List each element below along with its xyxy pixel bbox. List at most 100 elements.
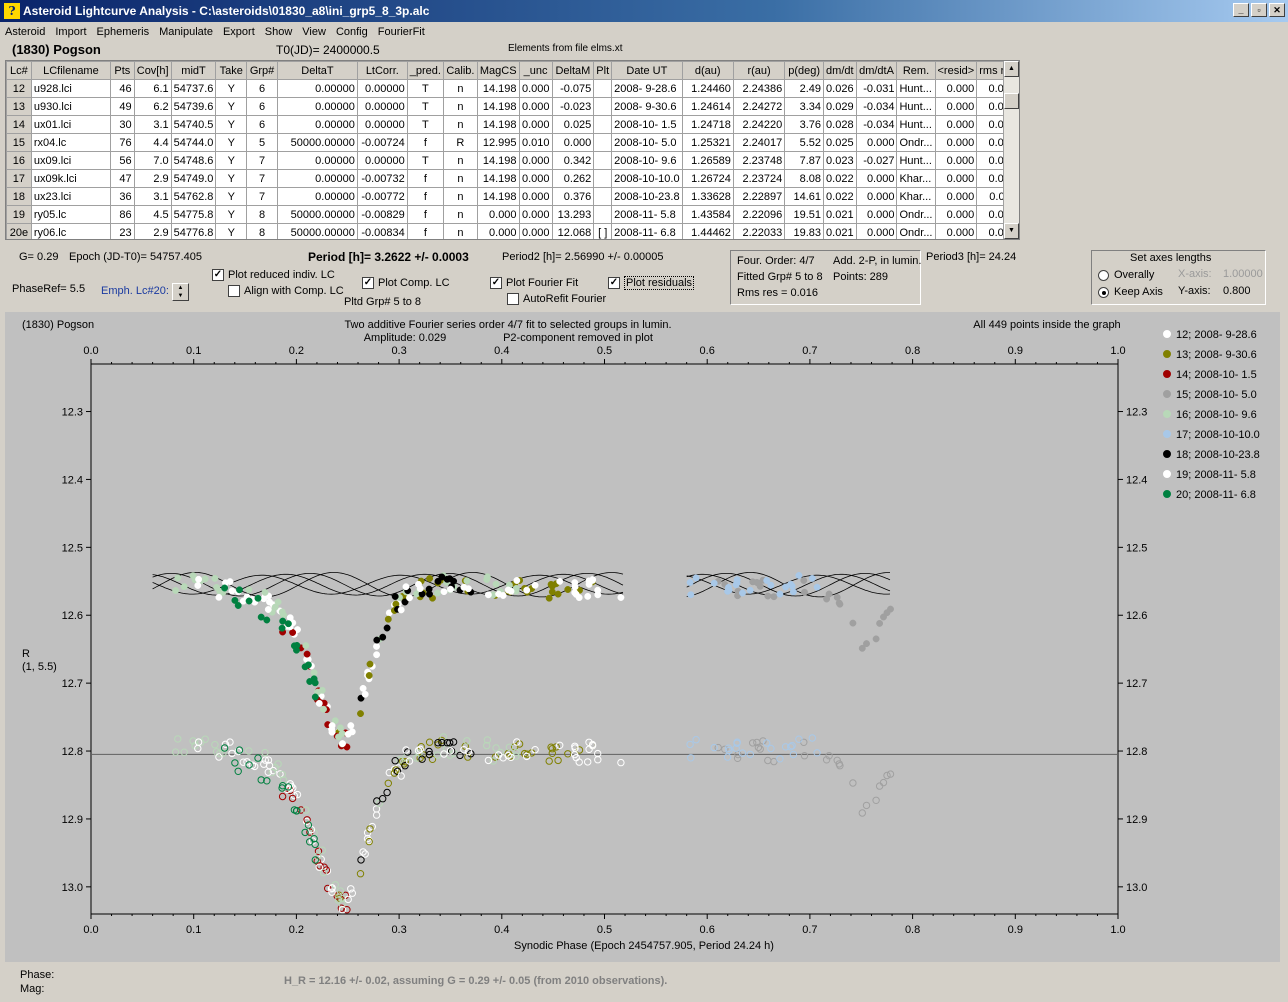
- column-header[interactable]: MagCS: [476, 61, 520, 80]
- table-cell[interactable]: 2.22096: [732, 205, 786, 224]
- table-row[interactable]: 13 u930.lci 49 6.2 54739.6 Y 6 0.00000 0.00000 Tn…: [6, 97, 1019, 116]
- table-cell[interactable]: T: [406, 79, 444, 98]
- table-cell[interactable]: 1.24614: [681, 97, 734, 116]
- table-cell[interactable]: n: [442, 79, 478, 98]
- table-cell[interactable]: 0.000: [934, 115, 978, 134]
- row-number[interactable]: 19: [6, 205, 32, 224]
- column-header[interactable]: Lc#: [6, 61, 32, 80]
- table-cell[interactable]: 12.068: [551, 223, 595, 239]
- table-cell[interactable]: 2.23724: [732, 169, 786, 188]
- table-cell[interactable]: 1.24460: [681, 79, 734, 98]
- plot-reduced-checkbox[interactable]: ✓ Plot reduced indiv. LC: [212, 269, 335, 282]
- table-cell[interactable]: Hunt...: [896, 151, 936, 170]
- table-cell[interactable]: 30: [109, 115, 135, 134]
- menu-fourierfit[interactable]: FourierFit: [373, 26, 430, 38]
- menu-show[interactable]: Show: [260, 26, 298, 38]
- table-cell[interactable]: ry06.lc: [30, 223, 111, 239]
- table-cell[interactable]: 2008-10-10.0: [611, 169, 683, 188]
- xaxis-value[interactable]: 1.00000: [1223, 268, 1263, 280]
- table-cell[interactable]: ux09k.lci: [30, 169, 111, 188]
- table-cell[interactable]: 0.00000: [277, 169, 358, 188]
- row-number[interactable]: 16: [6, 151, 32, 170]
- table-cell[interactable]: 7: [246, 187, 278, 206]
- autorefit-checkbox[interactable]: AutoRefit Fourier: [507, 293, 606, 306]
- table-cell[interactable]: 0.022: [823, 169, 857, 188]
- table-cell[interactable]: -0.075: [551, 79, 595, 98]
- table-cell[interactable]: f: [406, 187, 444, 206]
- column-header[interactable]: r(au): [732, 61, 786, 80]
- scroll-thumb[interactable]: [1004, 93, 1019, 109]
- table-cell[interactable]: 0.00000: [277, 151, 358, 170]
- table-cell[interactable]: 3.76: [784, 115, 825, 134]
- table-cell[interactable]: 8: [246, 205, 278, 224]
- table-cell[interactable]: 0.376: [551, 187, 595, 206]
- table-cell[interactable]: f: [406, 133, 444, 152]
- table-cell[interactable]: 1.43584: [681, 205, 734, 224]
- table-cell[interactable]: 0.025: [551, 115, 595, 134]
- table-cell[interactable]: 2.24220: [732, 115, 786, 134]
- table-cell[interactable]: 2.49: [784, 79, 825, 98]
- row-number[interactable]: 20e: [6, 223, 32, 239]
- scroll-down-icon[interactable]: ▼: [1004, 223, 1019, 239]
- table-cell[interactable]: 2008-10- 1.5: [611, 115, 683, 134]
- table-cell[interactable]: 2008-10-23.8: [611, 187, 683, 206]
- table-cell[interactable]: n: [442, 169, 478, 188]
- table-cell[interactable]: 14.198: [476, 187, 520, 206]
- table-cell[interactable]: 4.4: [133, 133, 172, 152]
- table-cell[interactable]: 54775.8: [170, 205, 217, 224]
- table-cell[interactable]: 12.995: [476, 133, 520, 152]
- table-cell[interactable]: 86: [109, 205, 135, 224]
- table-cell[interactable]: Y: [215, 169, 248, 188]
- column-header[interactable]: Cov[h]: [133, 61, 172, 80]
- table-cell[interactable]: 13.293: [551, 205, 595, 224]
- plot-residuals-checkbox[interactable]: ✓ Plot residuals: [608, 276, 695, 290]
- plot-fourier-checkbox[interactable]: ✓ Plot Fourier Fit: [490, 277, 578, 290]
- row-number[interactable]: 17: [6, 169, 32, 188]
- table-cell[interactable]: Y: [215, 223, 248, 239]
- column-header[interactable]: midT: [170, 61, 217, 80]
- table-cell[interactable]: Ondr...: [896, 223, 936, 239]
- table-cell[interactable]: 0.00000: [356, 115, 408, 134]
- table-cell[interactable]: 7.0: [133, 151, 172, 170]
- table-cell[interactable]: 2.22897: [732, 187, 786, 206]
- table-cell[interactable]: u928.lci: [30, 79, 111, 98]
- table-cell[interactable]: Y: [215, 205, 248, 224]
- table-cell[interactable]: 0.028: [823, 115, 857, 134]
- table-cell[interactable]: ry05.lc: [30, 205, 111, 224]
- table-cell[interactable]: T: [406, 97, 444, 116]
- table-cell[interactable]: 0.000: [855, 133, 898, 152]
- table-cell[interactable]: -0.00829: [356, 205, 408, 224]
- table-cell[interactable]: f: [406, 169, 444, 188]
- table-cell[interactable]: 0.000: [855, 169, 898, 188]
- table-cell[interactable]: [593, 151, 613, 170]
- column-header[interactable]: Plt: [593, 61, 613, 80]
- column-header[interactable]: DeltaM: [551, 61, 595, 80]
- table-cell[interactable]: 1.44462: [681, 223, 734, 239]
- table-cell[interactable]: 14.198: [476, 79, 520, 98]
- table-cell[interactable]: 14.61: [784, 187, 825, 206]
- table-cell[interactable]: 2.24386: [732, 79, 786, 98]
- table-cell[interactable]: ux01.lci: [30, 115, 111, 134]
- table-cell[interactable]: Ondr...: [896, 133, 936, 152]
- table-cell[interactable]: 2.24272: [732, 97, 786, 116]
- table-row[interactable]: 18 ux23.lci 36 3.1 54762.8 Y 7 0.00000 -0.00772 f…: [6, 187, 1019, 206]
- table-cell[interactable]: 49: [109, 97, 135, 116]
- column-header[interactable]: _unc: [518, 61, 553, 80]
- table-row[interactable]: 14 ux01.lci 30 3.1 54740.5 Y 6 0.00000 0.00000 Tn…: [6, 115, 1019, 134]
- table-cell[interactable]: 0.000: [855, 187, 898, 206]
- table-cell[interactable]: 0.00000: [356, 79, 408, 98]
- table-cell[interactable]: 1.33628: [681, 187, 734, 206]
- table-cell[interactable]: 2008- 9-28.6: [611, 79, 683, 98]
- yaxis-value[interactable]: 0.800: [1223, 285, 1251, 297]
- table-cell[interactable]: -0.00772: [356, 187, 408, 206]
- column-header[interactable]: <resid>: [934, 61, 978, 80]
- table-row[interactable]: 17 ux09k.lci 47 2.9 54749.0 Y 7 0.00000 -0.00732…: [6, 169, 1019, 188]
- table-cell[interactable]: [593, 187, 613, 206]
- table-cell[interactable]: 0.000: [476, 223, 520, 239]
- table-cell[interactable]: Hunt...: [896, 79, 936, 98]
- row-number[interactable]: 14: [6, 115, 32, 134]
- table-cell[interactable]: 7: [246, 151, 278, 170]
- table-cell[interactable]: 8.08: [784, 169, 825, 188]
- table-cell[interactable]: Y: [215, 133, 248, 152]
- table-cell[interactable]: 0.000: [518, 151, 553, 170]
